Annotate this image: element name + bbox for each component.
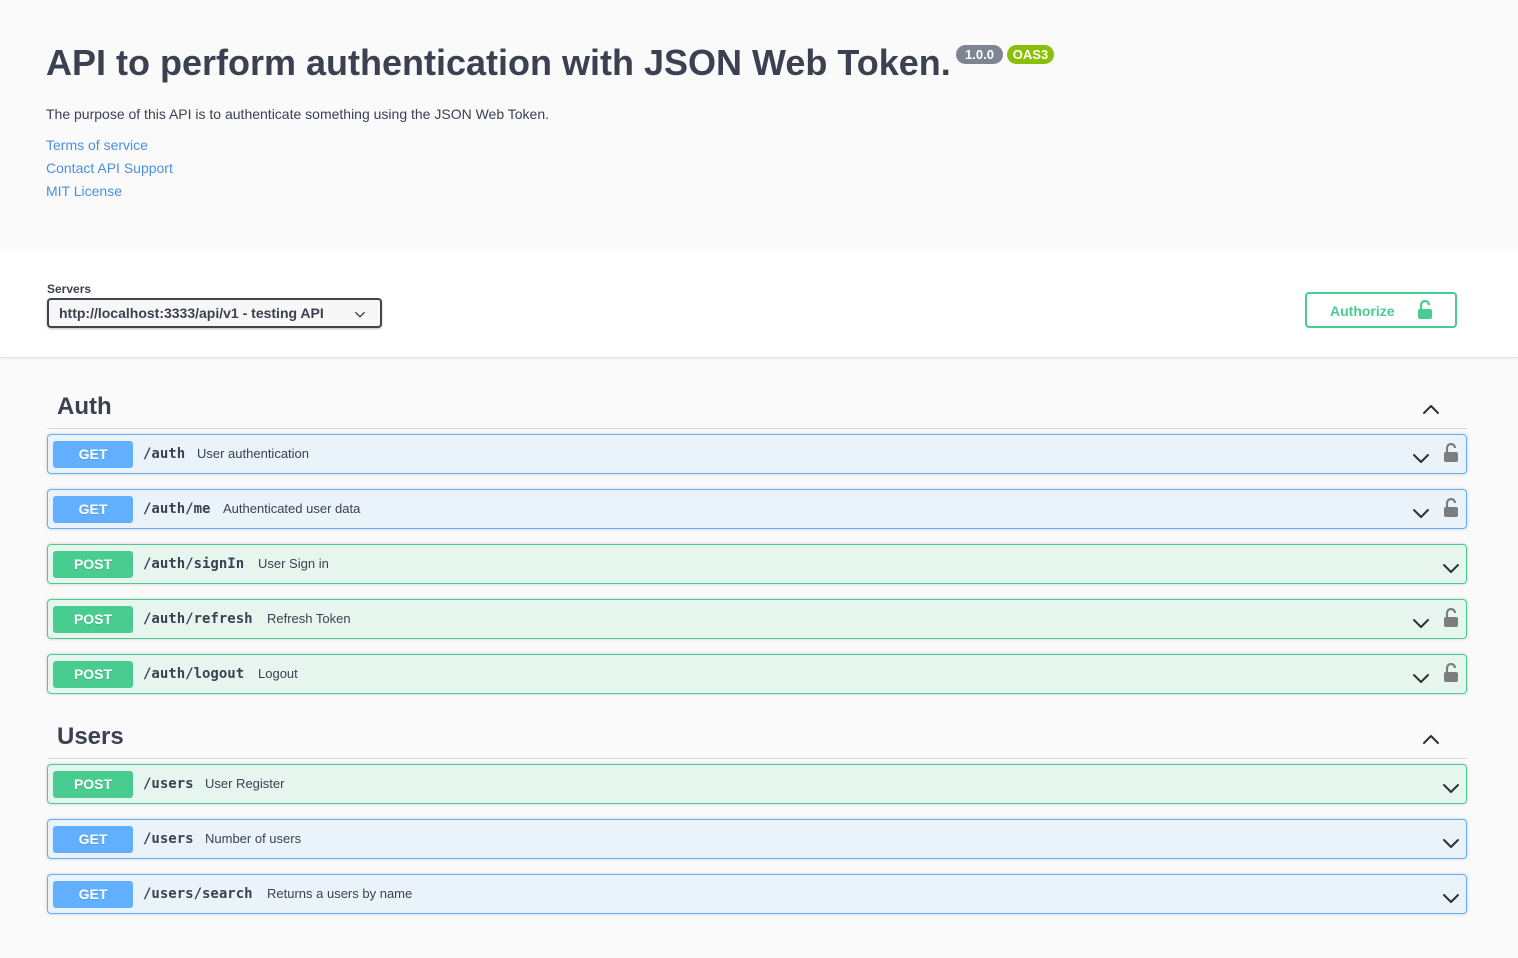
operation-summary: Logout <box>258 666 298 681</box>
server-select-value: http://localhost:3333/api/v1 - testing A… <box>59 305 324 321</box>
operation-get-auth-me[interactable]: GET /auth/me Authenticated user data <box>47 489 1467 529</box>
operation-summary: Number of users <box>205 831 302 846</box>
method-badge: POST <box>53 551 133 578</box>
tag-header-auth[interactable]: Auth <box>47 383 1467 429</box>
lock-open-icon[interactable] <box>1443 498 1459 518</box>
license-link[interactable]: MIT License <box>46 183 122 199</box>
operation-get-auth[interactable]: GET /auth User authentication <box>47 434 1467 474</box>
authorize-button-label: Authorize <box>1330 303 1395 319</box>
scheme-container: Servers http://localhost:3333/api/v1 - t… <box>0 249 1518 358</box>
chevron-down-icon <box>354 309 366 321</box>
operation-post-auth-signin[interactable]: POST /auth/signIn User Sign in <box>47 544 1467 584</box>
api-description: The purpose of this API is to authentica… <box>46 106 549 122</box>
chevron-up-icon <box>1421 729 1441 749</box>
info-section: API to perform authentication with JSON … <box>0 0 1518 249</box>
oas-badge: OAS3 <box>1007 45 1054 64</box>
operation-path: /auth/logout <box>143 666 245 682</box>
api-title: API to perform authentication with JSON … <box>46 42 951 83</box>
server-select[interactable]: http://localhost:3333/api/v1 - testing A… <box>47 298 382 328</box>
method-badge: GET <box>53 826 133 853</box>
method-badge: GET <box>53 441 133 468</box>
chevron-down-icon <box>1411 504 1431 524</box>
operation-summary: User Sign in <box>258 556 329 571</box>
operation-path: /auth/me <box>143 501 211 517</box>
contact-support-link[interactable]: Contact API Support <box>46 160 173 176</box>
operation-path: /auth/refresh <box>143 611 253 627</box>
operation-path: /users/search <box>143 886 253 902</box>
chevron-up-icon <box>1421 399 1441 419</box>
authorize-button[interactable]: Authorize <box>1305 292 1457 328</box>
operation-path: /users <box>143 776 194 792</box>
operation-path: /auth/signIn <box>143 556 245 572</box>
operation-post-users[interactable]: POST /users User Register <box>47 764 1467 804</box>
lock-open-icon[interactable] <box>1443 663 1459 683</box>
operation-path: /auth <box>143 446 186 462</box>
method-badge: GET <box>53 881 133 908</box>
chevron-down-icon <box>1441 834 1461 854</box>
operation-summary: Returns a users by name <box>267 886 413 901</box>
tag-title: Users <box>57 723 124 750</box>
chevron-down-icon <box>1441 779 1461 799</box>
chevron-down-icon <box>1411 614 1431 634</box>
method-badge: POST <box>53 606 133 633</box>
operation-summary: User authentication <box>197 446 310 461</box>
chevron-down-icon <box>1441 889 1461 909</box>
operation-post-auth-refresh[interactable]: POST /auth/refresh Refresh Token <box>47 599 1467 639</box>
servers-label: Servers <box>47 282 92 296</box>
method-badge: POST <box>53 771 133 798</box>
chevron-down-icon <box>1441 559 1461 579</box>
operation-get-users[interactable]: GET /users Number of users <box>47 819 1467 859</box>
lock-open-icon[interactable] <box>1443 443 1459 463</box>
operation-post-auth-logout[interactable]: POST /auth/logout Logout <box>47 654 1467 694</box>
operation-summary: Refresh Token <box>267 611 351 626</box>
operation-get-users-search[interactable]: GET /users/search Returns a users by nam… <box>47 874 1467 914</box>
lock-open-icon <box>1417 300 1433 320</box>
tag-header-users[interactable]: Users <box>47 713 1467 759</box>
version-badge: 1.0.0 <box>956 45 1003 64</box>
operation-summary: User Register <box>205 776 285 791</box>
operation-path: /users <box>143 831 194 847</box>
method-badge: POST <box>53 661 133 688</box>
method-badge: GET <box>53 496 133 523</box>
lock-open-icon[interactable] <box>1443 608 1459 628</box>
terms-of-service-link[interactable]: Terms of service <box>46 137 148 153</box>
chevron-down-icon <box>1411 449 1431 469</box>
tag-title: Auth <box>57 393 112 420</box>
chevron-down-icon <box>1411 669 1431 689</box>
operation-summary: Authenticated user data <box>223 501 361 516</box>
